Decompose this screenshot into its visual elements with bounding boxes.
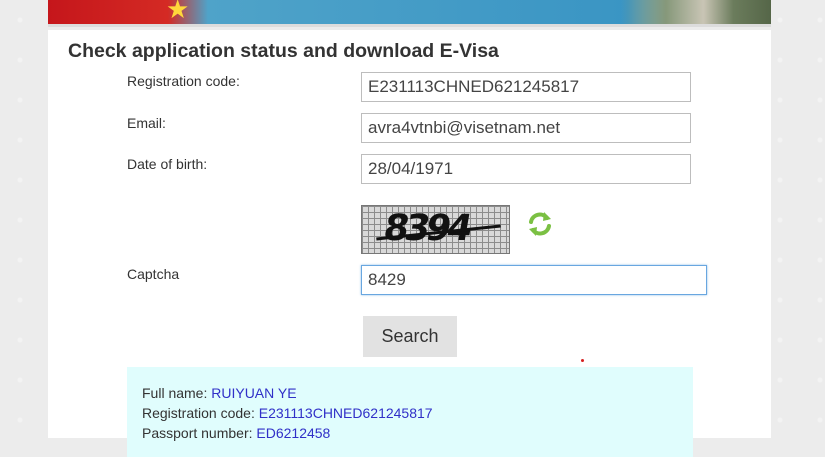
search-button[interactable]: Search	[363, 316, 457, 357]
header-banner: ★	[48, 0, 771, 24]
banner-photo	[621, 0, 771, 24]
registration-code-label: Registration code:	[127, 73, 240, 89]
full-name-value: RUIYUAN YE	[211, 385, 297, 401]
red-dot-marker	[581, 359, 584, 362]
banner-shadow	[48, 24, 771, 27]
status-panel: Check application status and download E-…	[48, 30, 771, 457]
page-title: Check application status and download E-…	[68, 40, 499, 62]
passport-value: ED6212458	[256, 425, 331, 441]
captcha-input[interactable]	[361, 265, 707, 295]
registration-code-input[interactable]	[361, 72, 691, 102]
result-full-name-row: Full name: RUIYUAN YE	[142, 383, 693, 403]
result-passport-row: Passport number: ED6212458	[142, 423, 693, 443]
full-name-label: Full name:	[142, 385, 208, 401]
result-registration-value: E231113CHNED621245817	[258, 405, 433, 421]
refresh-icon	[529, 212, 551, 236]
flag-star-icon: ★	[166, 0, 190, 24]
date-of-birth-input[interactable]	[361, 154, 691, 184]
result-registration-label: Registration code:	[142, 405, 255, 421]
result-box: Full name: RUIYUAN YE Registration code:…	[127, 367, 693, 457]
date-of-birth-label: Date of birth:	[127, 156, 208, 172]
email-label: Email:	[127, 115, 166, 131]
captcha-label: Captcha	[127, 266, 180, 282]
captcha-image: 8394	[361, 205, 510, 254]
passport-label: Passport number:	[142, 425, 253, 441]
result-registration-row: Registration code: E231113CHNED621245817	[142, 403, 693, 423]
refresh-captcha-button[interactable]	[524, 208, 556, 240]
email-input[interactable]	[361, 113, 691, 143]
